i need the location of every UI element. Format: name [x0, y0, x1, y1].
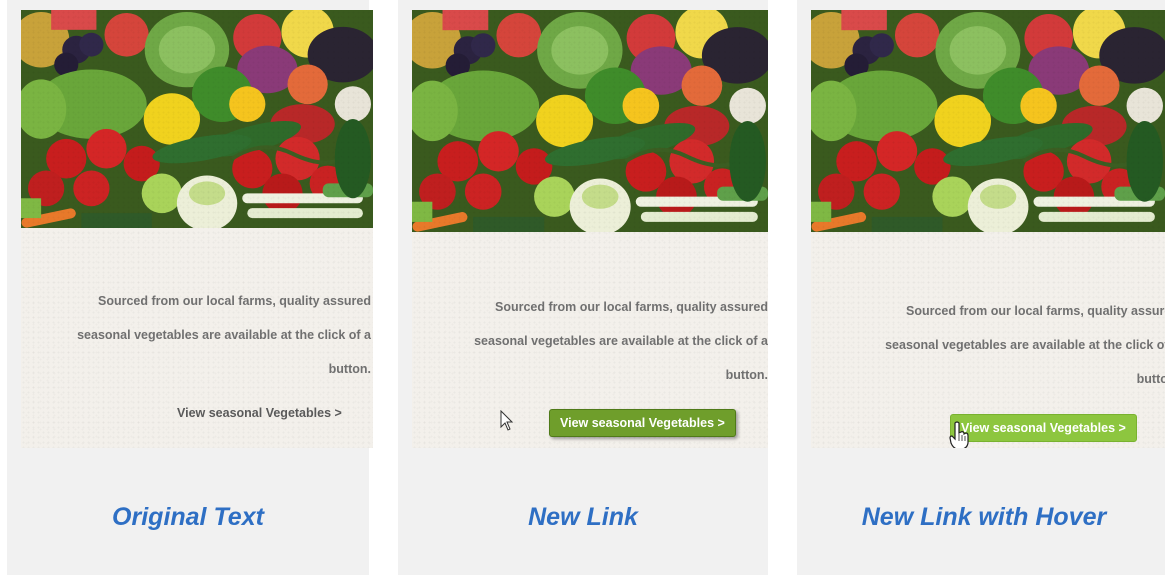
description-line: seasonal vegetables are available at the…: [77, 328, 371, 342]
vegetables-photo: [811, 10, 1165, 232]
panel-new-link-hover: Sourced from our local farms, quality as…: [797, 0, 1165, 575]
description-line: button.: [328, 362, 371, 376]
view-vegetables-button[interactable]: View seasonal Vegetables >: [549, 409, 736, 437]
content-card: Sourced from our local farms, quality as…: [811, 10, 1165, 448]
vegetables-photo: [21, 10, 373, 228]
hand-pointer-icon: [949, 421, 969, 448]
content-card: Sourced from our local farms, quality as…: [412, 10, 768, 448]
panel-caption: Original Text: [112, 503, 264, 531]
description-line: seasonal vegetables are available at the…: [885, 338, 1165, 352]
panel-original-text: Sourced from our local farms, quality as…: [7, 0, 373, 575]
description-line: button.: [1136, 372, 1165, 386]
description-line: seasonal vegetables are available at the…: [474, 334, 768, 348]
panel-caption: New Link: [528, 503, 638, 531]
panel-caption: New Link with Hover: [861, 503, 1107, 531]
view-vegetables-button-hover[interactable]: View seasonal Vegetables >: [950, 414, 1137, 442]
panel-new-link: Sourced from our local farms, quality as…: [398, 0, 768, 575]
arrow-pointer-icon: [500, 410, 514, 431]
description-text: Sourced from our local farms, quality as…: [811, 294, 1165, 396]
view-vegetables-link[interactable]: View seasonal Vegetables >: [177, 406, 342, 420]
description-line: Sourced from our local farms, quality as…: [98, 294, 371, 308]
vegetables-photo: [412, 10, 768, 232]
content-card: Sourced from our local farms, quality as…: [21, 10, 373, 448]
description-line: button.: [725, 368, 768, 382]
description-text: Sourced from our local farms, quality as…: [25, 284, 371, 386]
description-line: Sourced from our local farms, quality as…: [495, 300, 768, 314]
description-text: Sourced from our local farms, quality as…: [412, 290, 768, 392]
description-line: Sourced from our local farms, quality as…: [906, 304, 1165, 318]
